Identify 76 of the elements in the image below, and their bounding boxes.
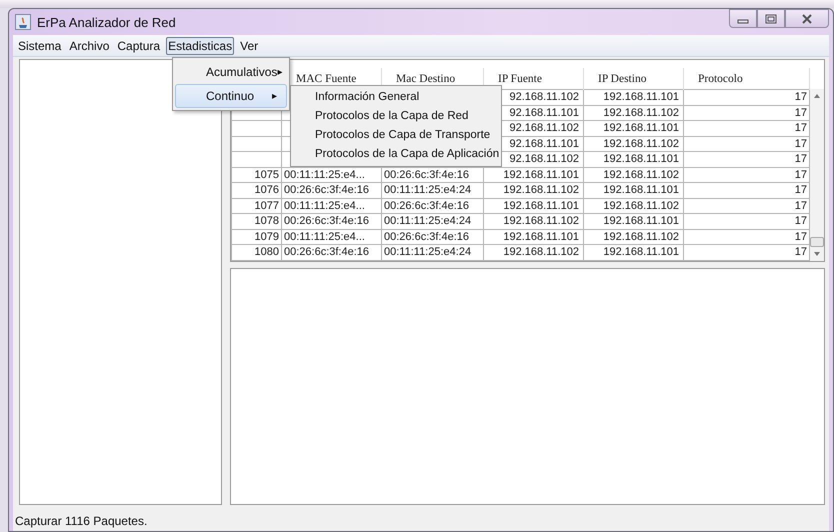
table-cell: 1080 (254, 246, 279, 258)
minimize-button[interactable] (729, 9, 757, 28)
table-cell: 00:26:6c:3f:4e:16 (284, 215, 370, 228)
close-icon (801, 14, 813, 24)
table-cell: 1077 (254, 200, 279, 212)
menu-item[interactable]: Protocolos de la Capa de Red (291, 107, 501, 126)
table-cell: 1078 (254, 215, 279, 228)
table-cell: 17 (794, 230, 807, 243)
table-cell: 17 (794, 184, 807, 196)
table-cell: 92.168.11.102 (509, 91, 579, 104)
table-cell: 17 (794, 122, 807, 134)
column-header[interactable]: IP Destino (584, 68, 684, 90)
table-cell: 00:11:11:25:e4:24 (384, 215, 472, 228)
table-cell: 192.168.11.102 (603, 230, 679, 243)
scroll-down-icon[interactable] (813, 250, 821, 256)
menu-item[interactable]: Sistema (16, 36, 64, 54)
table-cell: 17 (794, 168, 807, 181)
table-cell: 17 (794, 106, 807, 119)
table-cell: 00:26:6c:3f:4e:16 (284, 246, 370, 258)
table-cell: 00:11:11:25:e4:24 (384, 184, 472, 196)
table-cell: 17 (794, 200, 807, 212)
maximize-button[interactable] (757, 9, 785, 28)
menu-item[interactable]: Protocolos de la Capa de Aplicación (291, 145, 501, 164)
app-icon (15, 14, 31, 30)
table-cell: 00:26:6c:3f:4e:16 (384, 168, 470, 181)
table-cell: 192.168.11.101 (603, 215, 679, 228)
table-cell: 00:26:6c:3f:4e:16 (284, 184, 370, 196)
table-cell: 92.168.11.101 (509, 106, 579, 119)
scroll-thumb[interactable] (810, 236, 824, 246)
close-button[interactable] (785, 9, 829, 28)
table-cell: 192.168.11.102 (603, 138, 679, 150)
table-cell: 192.168.11.101 (503, 200, 579, 212)
maximize-icon (765, 14, 777, 24)
menu-item[interactable]: Captura (115, 36, 162, 54)
menu-item[interactable]: Continuo ▸ (175, 84, 287, 108)
table-cell: 192.168.11.102 (503, 215, 579, 228)
table-cell: 192.168.11.101 (603, 246, 679, 258)
table-cell: 17 (794, 138, 807, 150)
menu-item[interactable]: Estadisticas (166, 36, 234, 54)
table-cell: 17 (794, 91, 807, 104)
table-cell: 17 (794, 215, 807, 228)
table-cell: 192.168.11.102 (603, 106, 679, 119)
table-cell: 92.168.11.102 (509, 122, 579, 134)
table-cell: 192.168.11.101 (603, 184, 679, 196)
window-title: ErPa Analizador de Red (37, 14, 176, 30)
table-cell: 1076 (254, 184, 279, 196)
table-cell: 192.168.11.101 (503, 168, 579, 181)
column-header[interactable]: Protocolo (684, 68, 810, 90)
table-cell: 1075 (254, 168, 279, 181)
scrollbar[interactable] (810, 89, 824, 260)
table-cell: 1079 (254, 230, 279, 243)
table-cell: 192.168.11.101 (603, 122, 679, 134)
table-cell: 192.168.11.102 (503, 184, 579, 196)
table-cell: 00:26:6c:3f:4e:16 (384, 230, 470, 243)
table-cell: 00:11:11:25:e4... (284, 200, 365, 212)
table-cell: 192.168.11.101 (603, 91, 679, 104)
table-cell: 92.168.11.101 (509, 138, 579, 150)
table-cell: 00:11:11:25:e4:24 (384, 246, 472, 258)
menu-item[interactable]: Archivo (67, 36, 112, 54)
menu-item[interactable]: Información General (291, 88, 501, 107)
table-cell: 92.168.11.102 (509, 153, 579, 166)
table-cell: 192.168.11.102 (603, 200, 679, 212)
status-text: Capturar 1116 Paquetes. (13, 511, 829, 531)
table-cell: 00:11:11:25:e4... (284, 230, 365, 243)
menu-item[interactable]: Ver (238, 36, 260, 54)
table-cell: 192.168.11.102 (503, 246, 579, 258)
table-cell: 192.168.11.101 (603, 153, 679, 166)
column-header[interactable]: IP Fuente (484, 68, 584, 90)
table-cell: 192.168.11.102 (603, 168, 679, 181)
table-cell: 192.168.11.101 (503, 230, 579, 243)
scroll-up-icon[interactable] (813, 93, 821, 99)
table-cell: 00:26:6c:3f:4e:16 (384, 200, 470, 212)
table-cell: 00:11:11:25:e4... (284, 168, 365, 181)
table-cell: 17 (794, 246, 807, 258)
table-cell: 17 (794, 153, 807, 166)
menu-item[interactable]: Protocolos de Capa de Transporte (291, 126, 501, 145)
